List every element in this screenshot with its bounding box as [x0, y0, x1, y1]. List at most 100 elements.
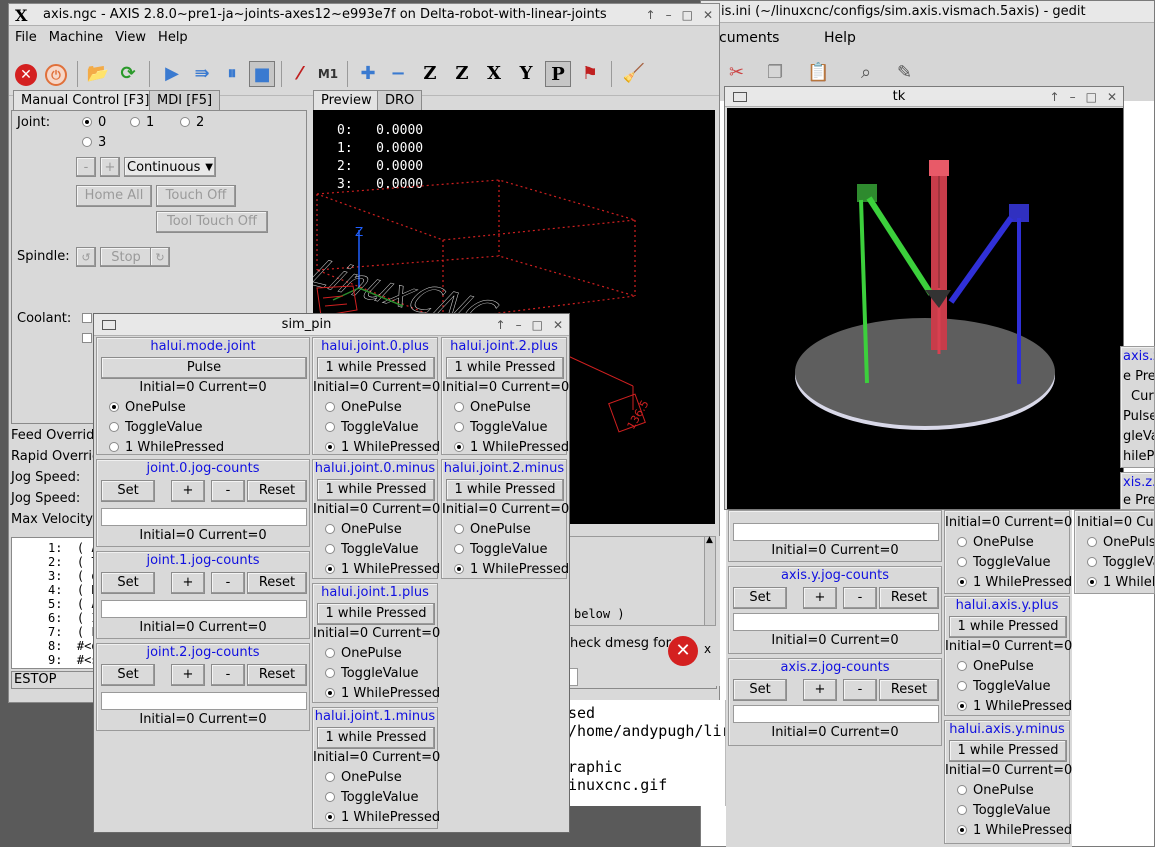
cut-icon[interactable]: ✂: [729, 62, 744, 83]
radio-onepulse[interactable]: OnePulse: [454, 400, 531, 415]
radio-onepulse[interactable]: OnePulse: [325, 770, 402, 785]
close-icon[interactable]: ✕: [703, 4, 713, 25]
open-file-icon[interactable]: 📂: [85, 61, 111, 87]
clear-backplot-icon[interactable]: 🧹: [621, 61, 647, 87]
minus-button[interactable]: -: [211, 480, 245, 502]
plus-button[interactable]: +: [803, 587, 837, 609]
copy-icon[interactable]: ❐: [767, 62, 783, 83]
radio-togglevalue[interactable]: ToggleValue: [957, 555, 1051, 570]
radio-whilepressed[interactable]: 1 WhilePressed: [454, 440, 569, 455]
window-menu-icon[interactable]: [733, 92, 747, 102]
gedit-menu-documents[interactable]: cuments: [719, 30, 779, 46]
view-y-icon[interactable]: Y: [513, 61, 539, 87]
minimize-icon[interactable]: –: [1070, 87, 1076, 106]
touch-off-button[interactable]: Touch Off: [156, 185, 236, 207]
radio-onepulse[interactable]: OnePulse: [325, 522, 402, 537]
pulse-button[interactable]: 1 while Pressed: [949, 740, 1067, 762]
rotate-icon[interactable]: ⚑: [577, 61, 603, 87]
tab-dro[interactable]: DRO: [377, 90, 423, 110]
replace-icon[interactable]: ✎: [897, 62, 912, 83]
spindle-cw-icon[interactable]: ↻: [150, 247, 170, 267]
joint-radio-1[interactable]: 1: [130, 115, 154, 130]
set-button[interactable]: Set: [101, 572, 155, 594]
jog-minus-button[interactable]: -: [76, 157, 96, 177]
run-icon[interactable]: ▶: [159, 61, 185, 87]
window-menu-icon[interactable]: [102, 320, 116, 330]
radio-onepulse[interactable]: OnePulse: [325, 646, 402, 661]
count-entry[interactable]: [733, 613, 939, 631]
spindle-ccw-icon[interactable]: ↺: [76, 247, 96, 267]
count-entry[interactable]: [101, 600, 307, 618]
minus-button[interactable]: -: [843, 587, 877, 609]
count-entry[interactable]: [101, 692, 307, 710]
radio-whilepressed[interactable]: 1 WhilePressed: [325, 686, 440, 701]
pulse-button[interactable]: 1 while Pressed: [317, 603, 435, 625]
set-button[interactable]: Set: [733, 679, 787, 701]
radio-togglevalue[interactable]: ToggleValue: [325, 542, 419, 557]
home-all-button[interactable]: Home All: [76, 185, 152, 207]
jog-plus-button[interactable]: +: [100, 157, 120, 177]
pulse-button[interactable]: 1 while Pressed: [446, 479, 564, 501]
gedit-menu-help[interactable]: Help: [824, 30, 856, 46]
radio-whilepressed[interactable]: 1 WhilePressed: [957, 575, 1072, 590]
maximize-up-icon[interactable]: ↑: [1050, 87, 1060, 106]
pulse-button[interactable]: 1 while Pressed: [317, 357, 435, 379]
zoom-in-icon[interactable]: ✚: [355, 61, 381, 87]
minus-button[interactable]: -: [211, 572, 245, 594]
reset-button[interactable]: Reset: [879, 587, 939, 609]
radio-togglevalue[interactable]: ToggleValue: [454, 420, 548, 435]
radio-togglevalue[interactable]: ToggleValue: [109, 420, 203, 435]
radio-whilepressed[interactable]: 1 WhilePressed: [109, 440, 224, 455]
close-icon[interactable]: ✕: [1107, 87, 1117, 106]
reset-button[interactable]: Reset: [247, 664, 307, 686]
stop-icon[interactable]: ■: [249, 61, 275, 87]
vismach-canvas[interactable]: [727, 108, 1123, 509]
tab-preview[interactable]: Preview: [313, 90, 380, 110]
tab-manual-control[interactable]: Manual Control [F3]: [13, 90, 158, 110]
radio-onepulse[interactable]: OnePulse: [957, 535, 1034, 550]
pulse-button[interactable]: 1 while Pressed: [317, 479, 435, 501]
plus-button[interactable]: +: [171, 572, 205, 594]
search-icon[interactable]: ⌕: [861, 62, 871, 83]
radio-whilepressed[interactable]: 1 WhilePressed: [325, 810, 440, 825]
reset-button[interactable]: Reset: [879, 679, 939, 701]
menu-view[interactable]: View: [109, 27, 152, 49]
close-icon[interactable]: ✕: [553, 314, 563, 335]
minimize-icon[interactable]: –: [516, 314, 522, 335]
count-entry[interactable]: [101, 508, 307, 526]
radio-togglevalue[interactable]: ToggleValue: [325, 790, 419, 805]
radio-whilepressed[interactable]: 1 WhilePressed: [454, 562, 569, 577]
reload-icon[interactable]: ⟳: [115, 61, 141, 87]
plus-button[interactable]: +: [803, 679, 837, 701]
menu-machine[interactable]: Machine: [43, 27, 109, 49]
mist-checkbox[interactable]: [82, 313, 92, 323]
restore-icon[interactable]: □: [682, 4, 693, 25]
radio-togglevalue[interactable]: ToggleValue: [325, 420, 419, 435]
reset-button[interactable]: Reset: [247, 480, 307, 502]
maximize-up-icon[interactable]: ↑: [496, 314, 506, 335]
radio-onepulse[interactable]: OnePulse: [454, 522, 531, 537]
estop-icon[interactable]: ✕: [13, 61, 39, 87]
reset-button[interactable]: Reset: [247, 572, 307, 594]
optional-stop-icon[interactable]: M1: [315, 61, 341, 87]
spindle-stop-button[interactable]: Stop: [100, 247, 152, 267]
view-x-icon[interactable]: X: [481, 61, 507, 87]
radio-togglevalue[interactable]: ToggleValue: [325, 666, 419, 681]
error-close-button[interactable]: x: [704, 642, 711, 656]
radio-onepulse[interactable]: OnePulse: [1087, 535, 1154, 550]
view-z-icon[interactable]: Z: [417, 61, 443, 87]
joint-radio-3[interactable]: 3: [82, 135, 106, 150]
minus-button[interactable]: -: [211, 664, 245, 686]
jog-mode-select[interactable]: Continuous ▼: [124, 157, 216, 177]
radio-whilepressed[interactable]: 1 WhilePressed: [957, 823, 1072, 838]
pulse-button[interactable]: 1 while Pressed: [317, 727, 435, 749]
joint-radio-0[interactable]: 0: [82, 115, 106, 130]
radio-whilepressed[interactable]: 1 WhilePressed: [325, 440, 440, 455]
set-button[interactable]: Set: [733, 587, 787, 609]
plus-button[interactable]: +: [171, 664, 205, 686]
radio-togglevalue[interactable]: ToggleValue: [454, 542, 548, 557]
tool-touch-off-button[interactable]: Tool Touch Off: [156, 211, 268, 233]
pulse-button[interactable]: 1 while Pressed: [949, 616, 1067, 638]
right-entry[interactable]: [733, 523, 939, 541]
radio-onepulse[interactable]: OnePulse: [109, 400, 186, 415]
